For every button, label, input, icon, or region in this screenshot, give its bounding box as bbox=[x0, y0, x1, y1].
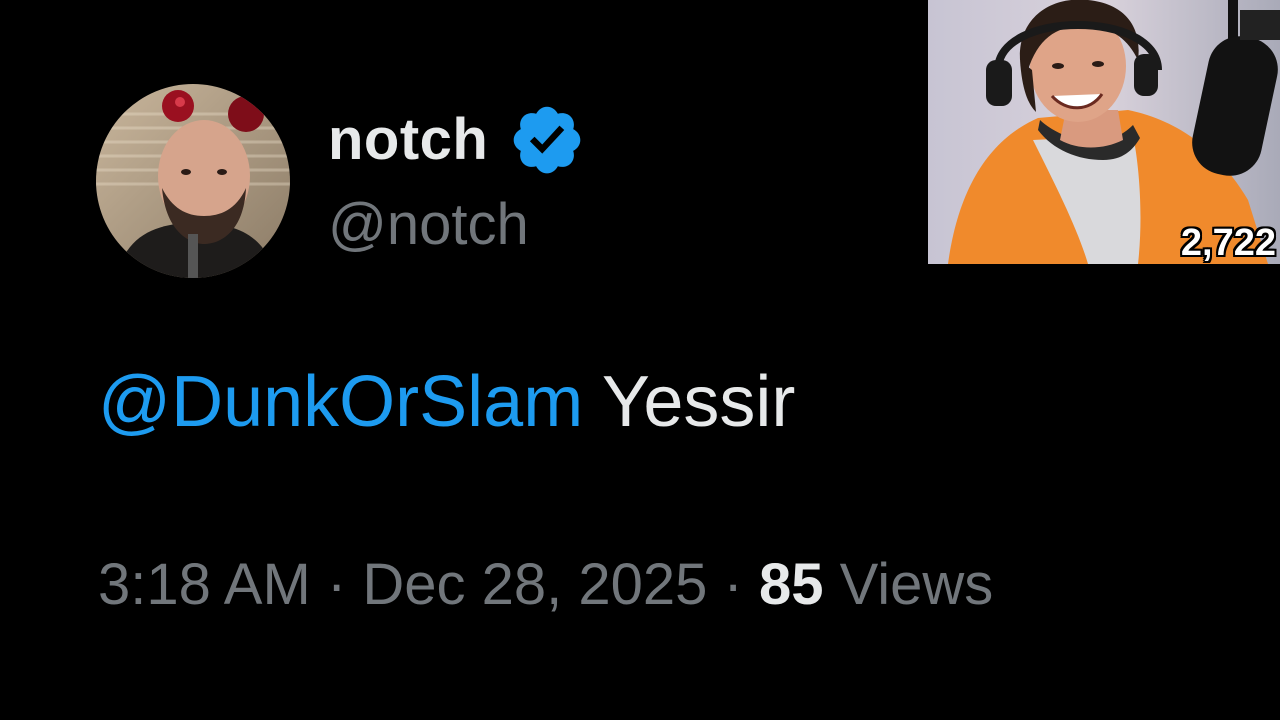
views-label: Views bbox=[839, 552, 994, 617]
avatar-photo bbox=[96, 84, 290, 278]
mention-link[interactable]: @DunkOrSlam bbox=[98, 362, 583, 442]
tweet-body: @DunkOrSlam Yessir bbox=[98, 366, 795, 438]
display-name[interactable]: notch bbox=[328, 111, 488, 169]
tweet-text: Yessir bbox=[601, 362, 796, 442]
profile-avatar[interactable] bbox=[96, 84, 290, 278]
viewer-count: 2,722 bbox=[1180, 222, 1276, 264]
verified-badge-icon bbox=[508, 101, 586, 179]
tweet-date[interactable]: Dec 28, 2025 bbox=[362, 552, 707, 617]
display-name-row: notch bbox=[328, 100, 586, 180]
tweet-meta: 3:18 AM · Dec 28, 2025 · 85 Views bbox=[98, 556, 993, 614]
tweet-time[interactable]: 3:18 AM bbox=[98, 552, 311, 617]
views-count: 85 bbox=[759, 552, 824, 617]
user-handle[interactable]: @notch bbox=[328, 196, 529, 254]
meta-separator-2: · bbox=[723, 552, 743, 617]
meta-separator: · bbox=[326, 552, 347, 617]
webcam-overlay: 2,722 bbox=[928, 0, 1280, 264]
stream-screen: notch @notch @DunkOrSlam Yessir 3:18 AM … bbox=[0, 0, 1280, 720]
